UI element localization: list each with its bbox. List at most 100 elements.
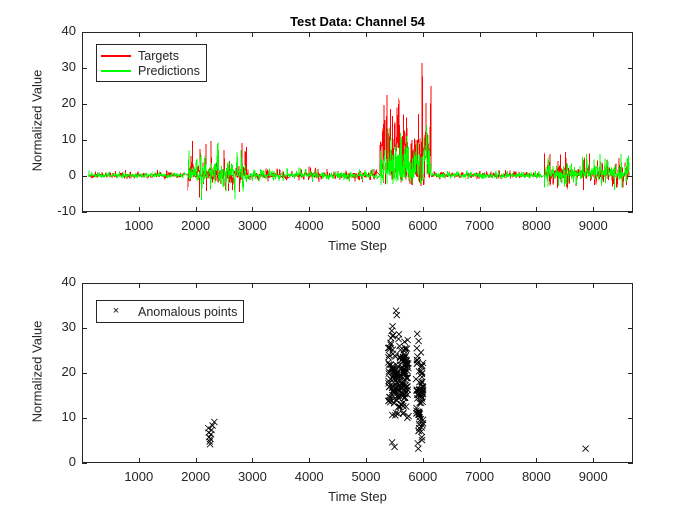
x-tick-mark [593, 458, 595, 463]
anomalous-point-marker [413, 344, 421, 352]
y-tick-mark [82, 140, 87, 141]
anomalous-point-marker [418, 369, 426, 377]
x-tick-mark-top [593, 283, 595, 288]
y-tick-mark-right [628, 140, 633, 141]
x-tick-mark [309, 207, 311, 212]
y-tick-mark-right [628, 104, 633, 105]
x-tick-mark-top [422, 283, 424, 288]
x-tick-label: 5000 [351, 469, 381, 484]
x-tick-mark-top [138, 283, 140, 288]
x-tick-mark [252, 207, 254, 212]
y-tick-mark [82, 328, 87, 329]
x-tick-label: 4000 [294, 469, 324, 484]
predictions-line-swatch-icon [101, 65, 131, 76]
x-tick-label: 9000 [578, 218, 608, 233]
y-tick-mark [82, 212, 87, 213]
predictions-line [88, 125, 630, 200]
x-tick-mark [593, 207, 595, 212]
anomalous-point-marker [389, 322, 396, 330]
x-tick-mark [195, 207, 197, 212]
y-tick-mark [82, 373, 87, 374]
anomalous-point-marker [393, 311, 401, 319]
x-tick-mark-top [479, 32, 481, 37]
anomalous-point-marker [413, 330, 421, 338]
anomalous-point-marker [395, 335, 402, 343]
y-tick-mark-right [628, 68, 633, 69]
x-tick-mark [536, 458, 538, 463]
x-tick-mark-top [252, 32, 254, 37]
x-tick-mark-top [195, 283, 197, 288]
x-tick-label: 7000 [465, 218, 495, 233]
x-tick-mark [138, 458, 140, 463]
anomalous-points-markers [204, 307, 589, 453]
x-tick-label: 7000 [465, 469, 495, 484]
y-tick-mark [82, 68, 87, 69]
matlab-figure-canvas: Test Data: Channel 54 1000 2000 3000 4000 50… [0, 0, 700, 525]
anomalous-point-marker [394, 410, 402, 418]
x-tick-label: 6000 [408, 469, 438, 484]
timeseries-legend[interactable]: Targets Predictions [96, 44, 207, 82]
y-tick-mark-right [628, 418, 633, 419]
y-tick-mark-right [628, 328, 633, 329]
x-tick-label: 3000 [237, 218, 267, 233]
anomalous-point-marker [405, 412, 412, 420]
x-tick-mark-top [138, 32, 140, 37]
anomalies-x-axis-label: Time Step [328, 489, 387, 504]
x-tick-mark-top [309, 283, 311, 288]
y-tick-mark [82, 283, 87, 284]
x-tick-label: 5000 [351, 218, 381, 233]
x-tick-label: 4000 [294, 218, 324, 233]
anomalous-point-marker [392, 307, 400, 315]
y-tick-mark [82, 104, 87, 105]
x-tick-mark [309, 458, 311, 463]
legend-entry-predictions[interactable]: Predictions [101, 63, 200, 78]
x-tick-mark [479, 207, 481, 212]
x-tick-mark-top [366, 32, 368, 37]
x-tick-mark [195, 458, 197, 463]
legend-entry-targets[interactable]: Targets [101, 48, 200, 63]
anomalous-point-marker [388, 327, 396, 335]
x-tick-mark-top [422, 32, 424, 37]
x-tick-mark-top [309, 32, 311, 37]
legend-label-anomalous: Anomalous points [138, 304, 238, 319]
x-tick-mark [366, 458, 368, 463]
anomalous-point-marker [582, 445, 589, 453]
x-tick-mark [422, 207, 424, 212]
legend-label-predictions: Predictions [138, 63, 200, 78]
y-tick-mark-right [628, 212, 633, 213]
anomalous-point-marker [208, 426, 215, 434]
timeseries-y-axis-label: Normalized Value [29, 69, 45, 172]
y-tick-mark-right [628, 373, 633, 374]
y-tick-mark [82, 418, 87, 419]
anomalies-legend[interactable]: × Anomalous points [96, 300, 245, 323]
y-tick-mark [82, 463, 87, 464]
anomalous-point-marker [415, 337, 423, 345]
x-tick-mark [366, 207, 368, 212]
x-tick-mark [422, 458, 424, 463]
x-tick-label: 1000 [124, 218, 154, 233]
y-tick-mark-right [628, 463, 633, 464]
y-tick-mark [82, 32, 87, 33]
anomalies-y-axis-label: Normalized Value [29, 320, 45, 423]
figure-title: Test Data: Channel 54 [290, 14, 425, 29]
x-tick-mark [479, 458, 481, 463]
x-tick-mark-top [366, 283, 368, 288]
x-tick-mark-top [536, 32, 538, 37]
timeseries-x-axis-label: Time Step [328, 238, 387, 253]
x-tick-label: 9000 [578, 469, 608, 484]
x-marker-icon: × [112, 305, 120, 317]
x-tick-mark-top [593, 32, 595, 37]
x-tick-mark-top [479, 283, 481, 288]
x-tick-label: 8000 [521, 469, 551, 484]
x-tick-mark [536, 207, 538, 212]
x-tick-label: 3000 [237, 469, 267, 484]
x-tick-mark-top [252, 283, 254, 288]
x-tick-label: 6000 [408, 218, 438, 233]
y-tick-mark-right [628, 32, 633, 33]
legend-entry-anomalous[interactable]: × Anomalous points [101, 304, 238, 319]
targets-line-swatch-icon [101, 50, 131, 61]
y-tick-mark-right [628, 283, 633, 284]
anomalous-point-marker [401, 338, 408, 346]
anomalous-point-marker [390, 399, 398, 407]
x-tick-label: 8000 [521, 218, 551, 233]
